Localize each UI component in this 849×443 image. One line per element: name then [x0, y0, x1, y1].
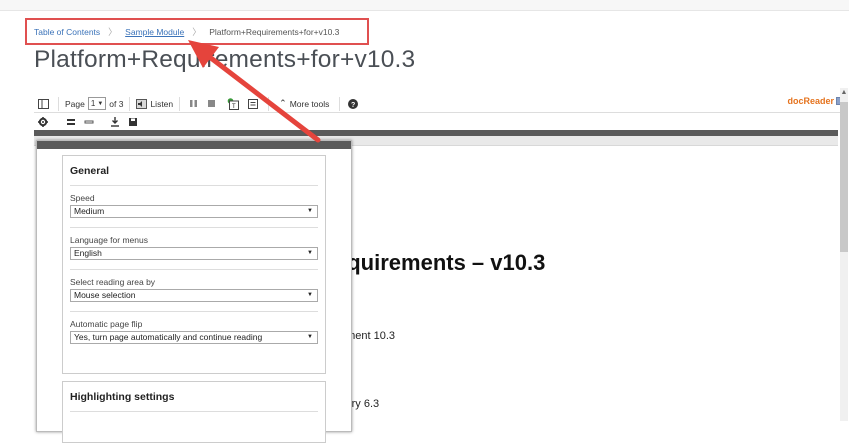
annotation-arrow-shaft — [204, 52, 321, 143]
annotation-arrow — [188, 40, 321, 143]
annotation-arrow-head — [188, 40, 219, 68]
